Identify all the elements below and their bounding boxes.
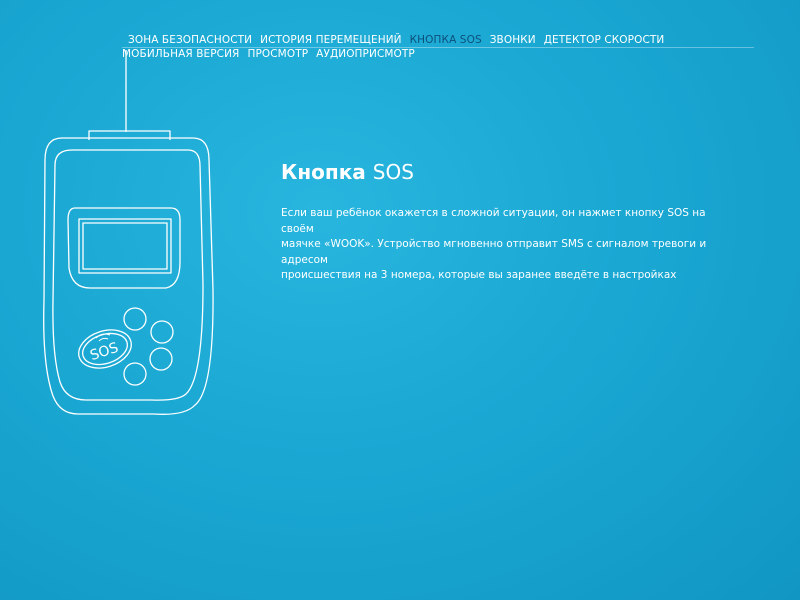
description-line: адресом bbox=[281, 253, 328, 266]
round-button-lower-right bbox=[149, 347, 173, 371]
gps-tracker-illustration: SOS bbox=[43, 50, 214, 415]
description-line: своём bbox=[281, 222, 314, 235]
page-title: Кнопка SOS bbox=[281, 160, 414, 184]
page-title-cyr: Кнопка bbox=[281, 160, 373, 184]
round-button-right bbox=[150, 320, 174, 344]
description-line: Если ваш ребёнок окажется в сложной ситу… bbox=[281, 207, 706, 219]
device-outer-body bbox=[43, 137, 214, 415]
signal-icon bbox=[95, 333, 111, 339]
signal-icon-inner bbox=[98, 337, 109, 342]
round-button-bottom bbox=[123, 362, 147, 386]
screen bbox=[82, 222, 168, 270]
sos-description: Если ваш ребёнок окажется в сложной ситу… bbox=[281, 206, 751, 284]
page-title-latin: SOS bbox=[372, 160, 414, 184]
screen-frame bbox=[78, 218, 172, 274]
description-line: происшествия на 3 номера, которые вы зар… bbox=[281, 269, 677, 281]
description-line: маячке «WOOK». Устройство мгновенно отпр… bbox=[281, 238, 707, 250]
screen-bezel bbox=[67, 207, 181, 289]
device-inner-body bbox=[52, 149, 204, 401]
round-button-top bbox=[123, 307, 147, 331]
